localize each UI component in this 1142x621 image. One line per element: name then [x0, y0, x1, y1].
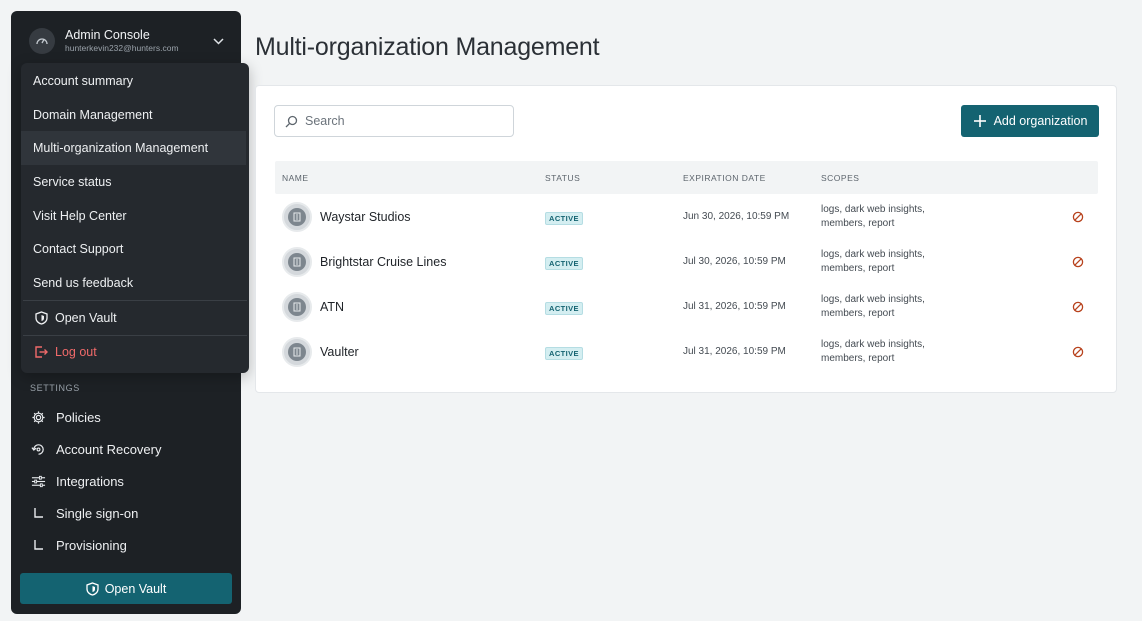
account-dropdown-menu: Account summary Domain Management Multi-…	[21, 63, 249, 373]
settings-section-label: SETTINGS	[30, 383, 80, 393]
expiration-date: Jul 31, 2026, 10:59 PM	[683, 346, 786, 357]
page-title: Multi-organization Management	[255, 33, 600, 61]
table-row[interactable]: Vaulter ACTIVE Jul 31, 2026, 10:59 PM lo…	[275, 329, 1098, 374]
open-vault-label: Open Vault	[104, 581, 167, 596]
org-name[interactable]: Vaulter	[320, 345, 359, 359]
menu-item-domain-management[interactable]: Domain Management	[21, 98, 246, 132]
status-badge: ACTIVE	[545, 256, 583, 270]
account-switcher[interactable]: Admin Console hunterkevin232@hunters.com	[29, 27, 225, 55]
menu-item-label: Open Vault	[55, 310, 117, 325]
sidebar-item-label: Account Recovery	[56, 441, 162, 457]
org-name[interactable]: Waystar Studios	[320, 210, 411, 224]
organizations-table: NAME STATUS EXPIRATION DATE SCOPES Wayst…	[275, 161, 1098, 374]
column-header-status[interactable]: STATUS	[545, 173, 683, 183]
sidebar-item-label: Policies	[56, 409, 101, 425]
table-row[interactable]: Waystar Studios ACTIVE Jun 30, 2026, 10:…	[275, 194, 1098, 239]
menu-item-open-vault[interactable]: Open Vault	[21, 301, 246, 335]
expiration-date: Jul 31, 2026, 10:59 PM	[683, 301, 786, 312]
org-name[interactable]: ATN	[320, 300, 344, 314]
menu-item-send-feedback[interactable]: Send us feedback	[21, 266, 246, 300]
expiration-date: Jun 30, 2026, 10:59 PM	[683, 211, 790, 222]
scopes-text: logs, dark web insights, members, report	[821, 248, 925, 274]
account-name: Admin Console	[65, 27, 150, 42]
menu-item-visit-help-center[interactable]: Visit Help Center	[21, 199, 246, 233]
revoke-icon[interactable]	[1072, 211, 1084, 223]
menu-item-log-out[interactable]: Log out	[21, 336, 246, 370]
revoke-icon[interactable]	[1072, 301, 1084, 313]
revoke-icon[interactable]	[1072, 346, 1084, 358]
column-header-expiration-date[interactable]: EXPIRATION DATE	[683, 173, 821, 183]
key-recovery-icon	[30, 441, 46, 457]
column-header-name[interactable]: NAME	[275, 173, 545, 183]
menu-item-service-status[interactable]: Service status	[21, 165, 246, 199]
menu-item-label: Service status	[33, 174, 112, 189]
account-email: hunterkevin232@hunters.com	[65, 42, 179, 53]
sidebar-item-label: Integrations	[56, 473, 124, 489]
scopes-text: logs, dark web insights, members, report	[821, 338, 925, 364]
building-icon	[282, 246, 312, 277]
plus-icon	[973, 114, 987, 128]
sidebar-item-label: Provisioning	[56, 537, 127, 553]
menu-item-contact-support[interactable]: Contact Support	[21, 232, 246, 266]
sidebar-item-label: Single sign-on	[56, 505, 139, 521]
shield-icon	[33, 310, 49, 326]
table-row[interactable]: ATN ACTIVE Jul 31, 2026, 10:59 PM logs, …	[275, 284, 1098, 329]
menu-item-label: Multi-organization Management	[33, 141, 209, 156]
menu-item-label: Visit Help Center	[33, 208, 127, 223]
column-header-scopes[interactable]: SCOPES	[821, 173, 1021, 183]
add-organization-button[interactable]: Add organization	[961, 105, 1099, 137]
building-icon	[282, 201, 312, 232]
menu-item-label: Account summary	[33, 73, 134, 88]
scopes-text: logs, dark web insights, members, report	[821, 293, 925, 319]
corner-icon	[30, 505, 46, 521]
table-header: NAME STATUS EXPIRATION DATE SCOPES	[275, 161, 1098, 194]
sidebar-item-integrations[interactable]: Integrations	[30, 465, 230, 497]
speedometer-icon	[29, 28, 55, 54]
logout-icon	[33, 344, 49, 360]
organizations-panel: Add organization NAME STATUS EXPIRATION …	[255, 85, 1117, 393]
org-name[interactable]: Brightstar Cruise Lines	[320, 255, 446, 269]
menu-item-multi-organization-management[interactable]: Multi-organization Management	[21, 131, 246, 166]
open-vault-button[interactable]: Open Vault	[20, 573, 232, 604]
search-field[interactable]	[274, 105, 514, 137]
building-icon	[282, 291, 312, 322]
table-row[interactable]: Brightstar Cruise Lines ACTIVE Jul 30, 2…	[275, 239, 1098, 284]
shield-icon	[86, 581, 99, 596]
status-badge: ACTIVE	[545, 301, 583, 315]
menu-item-label: Domain Management	[33, 107, 153, 122]
building-icon	[282, 336, 312, 367]
search-icon	[285, 115, 298, 128]
sliders-icon	[30, 473, 46, 489]
sidebar-item-account-recovery[interactable]: Account Recovery	[30, 433, 230, 465]
settings-nav: Policies Account Recovery Integrations S…	[30, 401, 230, 561]
sidebar-item-policies[interactable]: Policies	[30, 401, 230, 433]
chevron-down-icon[interactable]	[211, 34, 225, 48]
gear-icon	[30, 409, 46, 425]
menu-item-label: Send us feedback	[33, 275, 134, 290]
corner-icon	[30, 537, 46, 553]
menu-item-account-summary[interactable]: Account summary	[21, 64, 246, 98]
scopes-text: logs, dark web insights, members, report	[821, 203, 925, 229]
status-badge: ACTIVE	[545, 346, 583, 360]
sidebar-item-provisioning[interactable]: Provisioning	[30, 529, 230, 561]
status-badge: ACTIVE	[545, 211, 583, 225]
menu-item-label: Log out	[55, 345, 97, 360]
revoke-icon[interactable]	[1072, 256, 1084, 268]
sidebar-item-single-sign-on[interactable]: Single sign-on	[30, 497, 230, 529]
menu-item-label: Contact Support	[33, 242, 124, 257]
add-organization-label: Add organization	[993, 114, 1088, 128]
search-input[interactable]	[305, 114, 505, 128]
expiration-date: Jul 30, 2026, 10:59 PM	[683, 256, 786, 267]
